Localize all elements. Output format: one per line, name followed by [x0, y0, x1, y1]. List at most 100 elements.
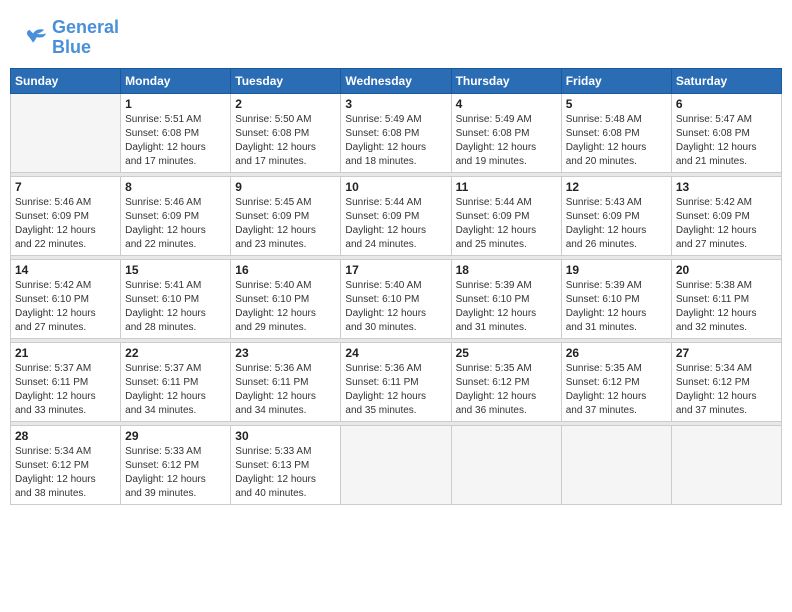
day-info: Sunrise: 5:34 AM Sunset: 6:12 PM Dayligh… — [676, 362, 777, 418]
calendar-cell: 9 Sunrise: 5:45 AM Sunset: 6:09 PM Daylig… — [231, 176, 341, 255]
calendar-cell: 18 Sunrise: 5:39 AM Sunset: 6:10 PM Dayli… — [451, 259, 561, 338]
day-number: 25 — [456, 346, 557, 360]
calendar-cell: 24 Sunrise: 5:36 AM Sunset: 6:11 PM Dayli… — [341, 342, 451, 421]
weekday-header-sunday: Sunday — [11, 68, 121, 93]
day-number: 11 — [456, 180, 557, 194]
logo-icon — [20, 26, 48, 50]
calendar-week-2: 7 Sunrise: 5:46 AM Sunset: 6:09 PM Daylig… — [11, 176, 782, 255]
calendar-cell: 13 Sunrise: 5:42 AM Sunset: 6:09 PM Dayli… — [671, 176, 781, 255]
calendar-week-3: 14 Sunrise: 5:42 AM Sunset: 6:10 PM Dayli… — [11, 259, 782, 338]
calendar-cell — [671, 425, 781, 504]
day-number: 30 — [235, 429, 336, 443]
day-info: Sunrise: 5:37 AM Sunset: 6:11 PM Dayligh… — [15, 362, 116, 418]
day-number: 3 — [345, 97, 446, 111]
calendar-body: 1 Sunrise: 5:51 AM Sunset: 6:08 PM Daylig… — [11, 93, 782, 504]
calendar-cell: 4Sunrise: 5:49 AM Sunset: 6:08 PM Daylig… — [451, 93, 561, 172]
calendar-cell: 7 Sunrise: 5:46 AM Sunset: 6:09 PM Daylig… — [11, 176, 121, 255]
day-info: Sunrise: 5:49 AM Sunset: 6:08 PM Dayligh… — [345, 113, 446, 169]
calendar-cell: 3 Sunrise: 5:49 AM Sunset: 6:08 PM Daylig… — [341, 93, 451, 172]
day-number: 5 — [566, 97, 667, 111]
day-info: Sunrise: 5:44 AM Sunset: 6:09 PM Dayligh… — [345, 196, 446, 252]
day-info: Sunrise: 5:39 AM Sunset: 6:10 PM Dayligh… — [566, 279, 667, 335]
day-info: Sunrise: 5:46 AM Sunset: 6:09 PM Dayligh… — [15, 196, 116, 252]
day-number: 29 — [125, 429, 226, 443]
day-info: Sunrise: 5:43 AM Sunset: 6:09 PM Dayligh… — [566, 196, 667, 252]
day-number: 8 — [125, 180, 226, 194]
calendar-week-1: 1 Sunrise: 5:51 AM Sunset: 6:08 PM Daylig… — [11, 93, 782, 172]
day-number: 14 — [15, 263, 116, 277]
calendar-cell: 28 Sunrise: 5:34 AM Sunset: 6:12 PM Dayli… — [11, 425, 121, 504]
calendar-cell: 14 Sunrise: 5:42 AM Sunset: 6:10 PM Dayli… — [11, 259, 121, 338]
day-info: Sunrise: 5:40 AM Sunset: 6:10 PM Dayligh… — [345, 279, 446, 335]
day-number: 21 — [15, 346, 116, 360]
day-number: 23 — [235, 346, 336, 360]
day-number: 24 — [345, 346, 446, 360]
day-info: Sunrise: 5:42 AM Sunset: 6:10 PM Dayligh… — [15, 279, 116, 335]
calendar-cell: 10 Sunrise: 5:44 AM Sunset: 6:09 PM Dayli… — [341, 176, 451, 255]
calendar-cell: 20 Sunrise: 5:38 AM Sunset: 6:11 PM Dayli… — [671, 259, 781, 338]
calendar-week-4: 21 Sunrise: 5:37 AM Sunset: 6:11 PM Dayli… — [11, 342, 782, 421]
weekday-header-monday: Monday — [121, 68, 231, 93]
logo: General Blue — [20, 18, 119, 58]
day-number: 28 — [15, 429, 116, 443]
day-number: 10 — [345, 180, 446, 194]
calendar-week-5: 28 Sunrise: 5:34 AM Sunset: 6:12 PM Dayli… — [11, 425, 782, 504]
day-info: Sunrise: 5:42 AM Sunset: 6:09 PM Dayligh… — [676, 196, 777, 252]
calendar-cell: 26 Sunrise: 5:35 AM Sunset: 6:12 PM Dayli… — [561, 342, 671, 421]
day-info: Sunrise: 5:34 AM Sunset: 6:12 PM Dayligh… — [15, 445, 116, 501]
day-info: Sunrise: 5:36 AM Sunset: 6:11 PM Dayligh… — [345, 362, 446, 418]
day-info: Sunrise: 5:33 AM Sunset: 6:12 PM Dayligh… — [125, 445, 226, 501]
day-info: Sunrise: 5:33 AM Sunset: 6:13 PM Dayligh… — [235, 445, 336, 501]
calendar-cell — [561, 425, 671, 504]
weekday-header-tuesday: Tuesday — [231, 68, 341, 93]
day-number: 19 — [566, 263, 667, 277]
day-number: 22 — [125, 346, 226, 360]
calendar-cell: 5Sunrise: 5:48 AM Sunset: 6:08 PM Daylig… — [561, 93, 671, 172]
day-number: 17 — [345, 263, 446, 277]
day-info: Sunrise: 5:41 AM Sunset: 6:10 PM Dayligh… — [125, 279, 226, 335]
calendar-cell — [11, 93, 121, 172]
day-number: 27 — [676, 346, 777, 360]
day-number: 1 — [125, 97, 226, 111]
day-number: 20 — [676, 263, 777, 277]
calendar-cell — [451, 425, 561, 504]
day-number: 6 — [676, 97, 777, 111]
calendar-cell: 1 Sunrise: 5:51 AM Sunset: 6:08 PM Daylig… — [121, 93, 231, 172]
calendar-cell: 6 Sunrise: 5:47 AM Sunset: 6:08 PM Daylig… — [671, 93, 781, 172]
calendar-header-row: SundayMondayTuesdayWednesdayThursdayFrid… — [11, 68, 782, 93]
day-number: 15 — [125, 263, 226, 277]
calendar-cell: 22 Sunrise: 5:37 AM Sunset: 6:11 PM Dayli… — [121, 342, 231, 421]
calendar-cell: 23Sunrise: 5:36 AM Sunset: 6:11 PM Dayli… — [231, 342, 341, 421]
day-info: Sunrise: 5:46 AM Sunset: 6:09 PM Dayligh… — [125, 196, 226, 252]
page-header: General Blue — [10, 10, 782, 62]
day-number: 26 — [566, 346, 667, 360]
day-number: 16 — [235, 263, 336, 277]
day-info: Sunrise: 5:51 AM Sunset: 6:08 PM Dayligh… — [125, 113, 226, 169]
calendar-cell: 21 Sunrise: 5:37 AM Sunset: 6:11 PM Dayli… — [11, 342, 121, 421]
calendar-cell: 25Sunrise: 5:35 AM Sunset: 6:12 PM Dayli… — [451, 342, 561, 421]
day-info: Sunrise: 5:35 AM Sunset: 6:12 PM Dayligh… — [566, 362, 667, 418]
day-info: Sunrise: 5:44 AM Sunset: 6:09 PM Dayligh… — [456, 196, 557, 252]
day-info: Sunrise: 5:47 AM Sunset: 6:08 PM Dayligh… — [676, 113, 777, 169]
calendar-cell — [341, 425, 451, 504]
day-number: 7 — [15, 180, 116, 194]
day-number: 13 — [676, 180, 777, 194]
weekday-header-friday: Friday — [561, 68, 671, 93]
day-number: 2 — [235, 97, 336, 111]
day-info: Sunrise: 5:40 AM Sunset: 6:10 PM Dayligh… — [235, 279, 336, 335]
day-info: Sunrise: 5:49 AM Sunset: 6:08 PM Dayligh… — [456, 113, 557, 169]
weekday-header-wednesday: Wednesday — [341, 68, 451, 93]
calendar-cell: 2 Sunrise: 5:50 AM Sunset: 6:08 PM Daylig… — [231, 93, 341, 172]
day-info: Sunrise: 5:45 AM Sunset: 6:09 PM Dayligh… — [235, 196, 336, 252]
day-number: 18 — [456, 263, 557, 277]
day-info: Sunrise: 5:39 AM Sunset: 6:10 PM Dayligh… — [456, 279, 557, 335]
day-info: Sunrise: 5:50 AM Sunset: 6:08 PM Dayligh… — [235, 113, 336, 169]
day-info: Sunrise: 5:37 AM Sunset: 6:11 PM Dayligh… — [125, 362, 226, 418]
calendar-cell: 17 Sunrise: 5:40 AM Sunset: 6:10 PM Dayli… — [341, 259, 451, 338]
calendar-table: SundayMondayTuesdayWednesdayThursdayFrid… — [10, 68, 782, 505]
day-number: 9 — [235, 180, 336, 194]
calendar-cell: 30 Sunrise: 5:33 AM Sunset: 6:13 PM Dayli… — [231, 425, 341, 504]
day-info: Sunrise: 5:38 AM Sunset: 6:11 PM Dayligh… — [676, 279, 777, 335]
weekday-header-thursday: Thursday — [451, 68, 561, 93]
weekday-header-saturday: Saturday — [671, 68, 781, 93]
